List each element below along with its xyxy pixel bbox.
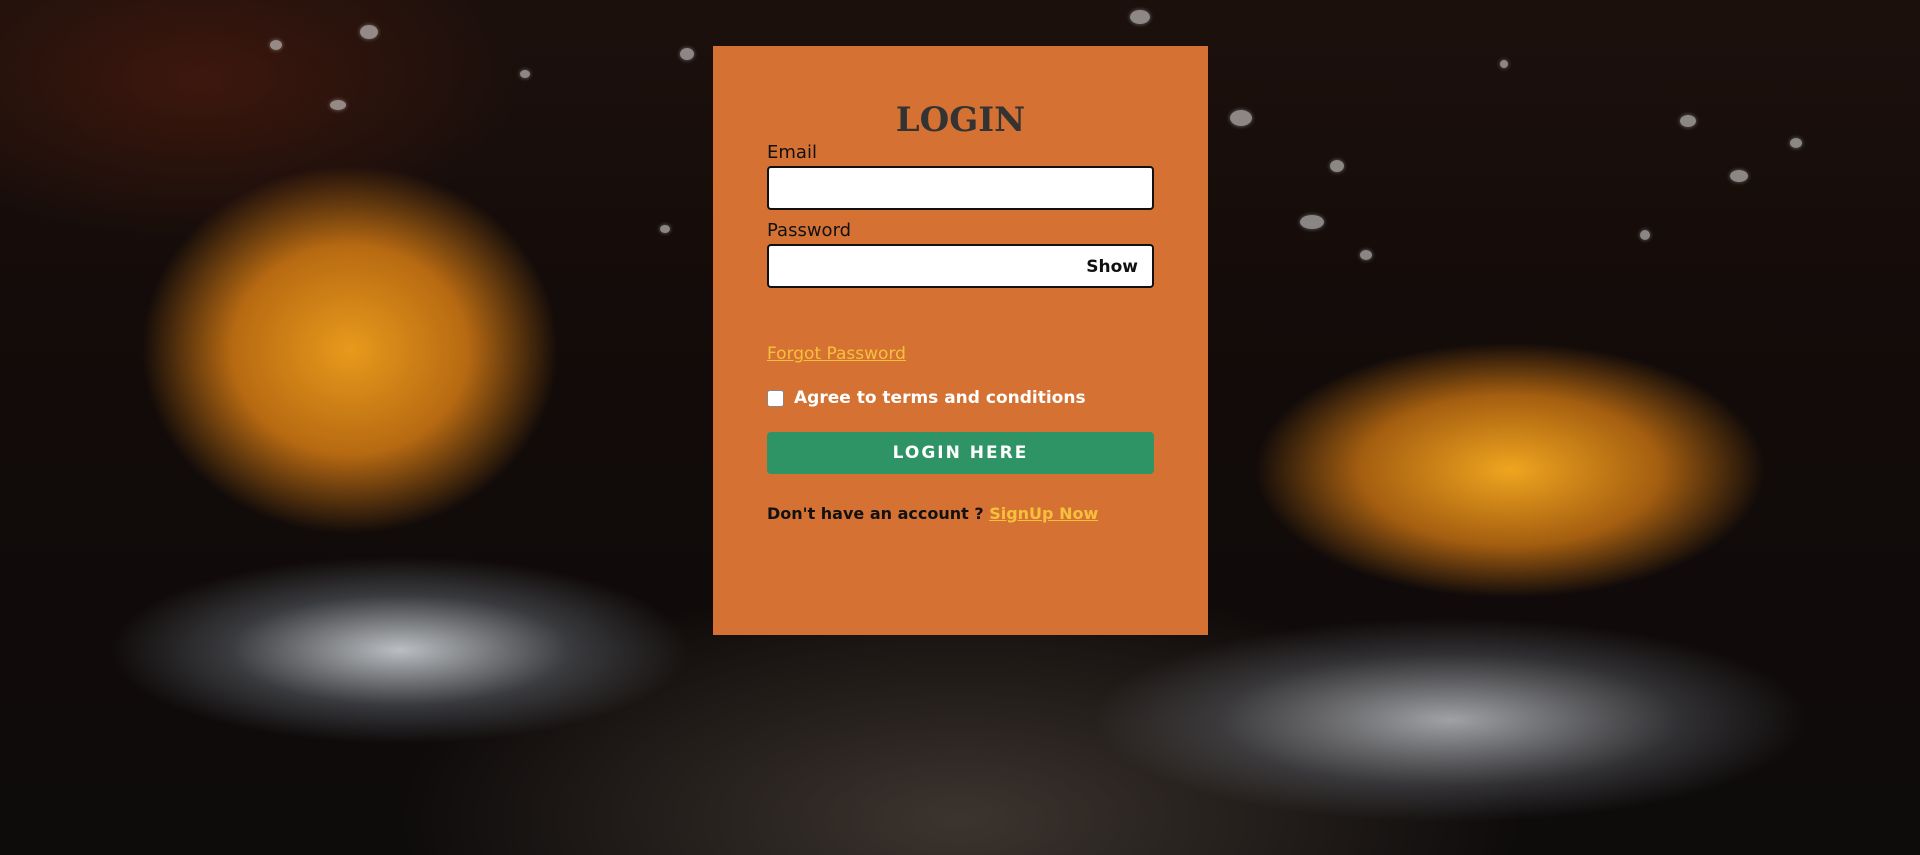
terms-label: Agree to terms and conditions [794,388,1086,408]
water-drop [1500,60,1508,68]
signup-link[interactable]: SignUp Now [989,504,1098,523]
water-drop [1360,250,1372,260]
water-drop [1730,170,1748,182]
show-password-button[interactable]: Show [1086,257,1138,277]
water-drop [270,40,282,50]
login-button[interactable]: LOGIN HERE [767,432,1154,474]
terms-checkbox[interactable] [767,389,784,407]
water-drop [1330,160,1344,172]
water-drop [1790,138,1802,148]
water-drop [1130,10,1150,24]
terms-row: Agree to terms and conditions [767,388,1154,408]
login-card: LOGIN Email Password Show Forgot Passwor… [713,46,1208,635]
login-title: LOGIN [895,100,1026,140]
water-drop [1640,230,1650,240]
signup-row: Don't have an account ? SignUp Now [767,504,1154,523]
water-drop [1230,110,1252,126]
email-field[interactable] [769,168,1089,206]
water-drop [1680,115,1696,127]
water-drop [680,48,694,60]
no-account-text: Don't have an account ? [767,504,984,523]
forgot-password-link[interactable]: Forgot Password [767,344,906,364]
password-field[interactable] [769,246,1089,284]
password-field-box: Show [767,244,1154,288]
water-drop [360,25,378,39]
water-drop [660,225,670,233]
email-field-box [767,166,1154,210]
water-drop [520,70,530,78]
water-drop [330,100,346,110]
password-label: Password [767,220,852,241]
email-label: Email [767,142,817,163]
water-drop [1300,215,1324,229]
